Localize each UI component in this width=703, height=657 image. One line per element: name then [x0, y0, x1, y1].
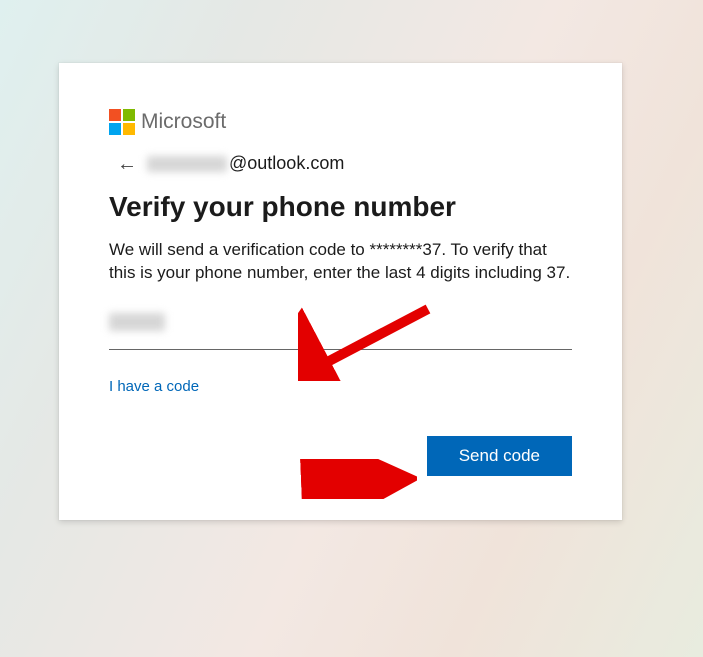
redacted-email-prefix	[147, 156, 227, 172]
send-code-button[interactable]: Send code	[427, 436, 572, 476]
phone-last4-input[interactable]	[109, 313, 572, 350]
microsoft-logo-icon	[109, 109, 135, 135]
auth-card: Microsoft ← @outlook.com Verify your pho…	[59, 63, 622, 520]
instruction-text: We will send a verification code to ****…	[109, 238, 572, 286]
account-email: @outlook.com	[147, 153, 344, 174]
account-row: ← @outlook.com	[117, 153, 572, 174]
brand-row: Microsoft	[109, 109, 572, 135]
email-domain: @outlook.com	[229, 153, 344, 174]
brand-name: Microsoft	[141, 110, 226, 134]
back-arrow-icon[interactable]: ←	[117, 154, 137, 174]
page-title: Verify your phone number	[109, 190, 572, 224]
action-row: Send code	[109, 436, 572, 476]
have-code-link[interactable]: I have a code	[109, 378, 199, 395]
phone-input-wrap	[109, 313, 572, 350]
